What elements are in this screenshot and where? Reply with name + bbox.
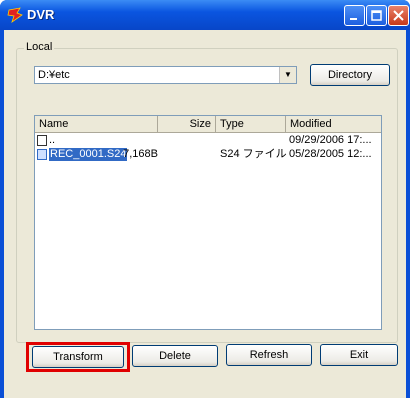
window-title: DVR: [27, 7, 55, 22]
column-header-modified[interactable]: Modified: [286, 116, 381, 133]
list-item-selected[interactable]: REC_0001.S24 7,168B S24 ファイル 05/28/2005 …: [35, 148, 381, 161]
column-header-size[interactable]: Size: [158, 116, 216, 133]
file-icon: [37, 135, 47, 146]
delete-button[interactable]: Delete: [132, 345, 218, 367]
maximize-button[interactable]: [366, 5, 387, 26]
file-icon: [37, 149, 47, 160]
file-modified: 09/29/2006 17:...: [289, 134, 372, 146]
file-modified: 05/28/2005 12:...: [289, 148, 372, 160]
column-header-type[interactable]: Type: [216, 116, 286, 133]
file-type: S24 ファイル: [220, 148, 287, 160]
app-logo-icon: [7, 7, 23, 23]
transform-highlight-box: [26, 342, 130, 372]
list-item[interactable]: .. 09/29/2006 17:...: [35, 134, 381, 147]
title-bar[interactable]: DVR: [0, 0, 410, 30]
refresh-button[interactable]: Refresh: [226, 344, 312, 366]
minimize-button[interactable]: [344, 5, 365, 26]
dvr-window: DVR Local D:¥etc ▼ Directory Name Size T…: [0, 0, 410, 398]
chevron-down-icon[interactable]: ▼: [279, 67, 296, 83]
minimize-icon: [350, 18, 357, 20]
file-name: REC_0001.S24: [49, 148, 128, 161]
close-button[interactable]: [388, 5, 409, 26]
path-combo-value: D:¥etc: [38, 69, 70, 81]
client-area: Local D:¥etc ▼ Directory Name Size Type …: [4, 30, 406, 398]
path-combo[interactable]: D:¥etc ▼: [34, 66, 297, 84]
file-name: ..: [49, 134, 56, 146]
file-size: 7,168B: [123, 148, 158, 160]
local-group-label: Local: [24, 41, 55, 53]
close-icon: [393, 10, 404, 21]
directory-button[interactable]: Directory: [310, 64, 390, 86]
file-list[interactable]: Name Size Type Modified .. 09/29/2006 17…: [34, 115, 382, 330]
maximize-icon: [371, 10, 382, 21]
column-header-name[interactable]: Name: [35, 116, 158, 133]
exit-button[interactable]: Exit: [320, 344, 398, 366]
